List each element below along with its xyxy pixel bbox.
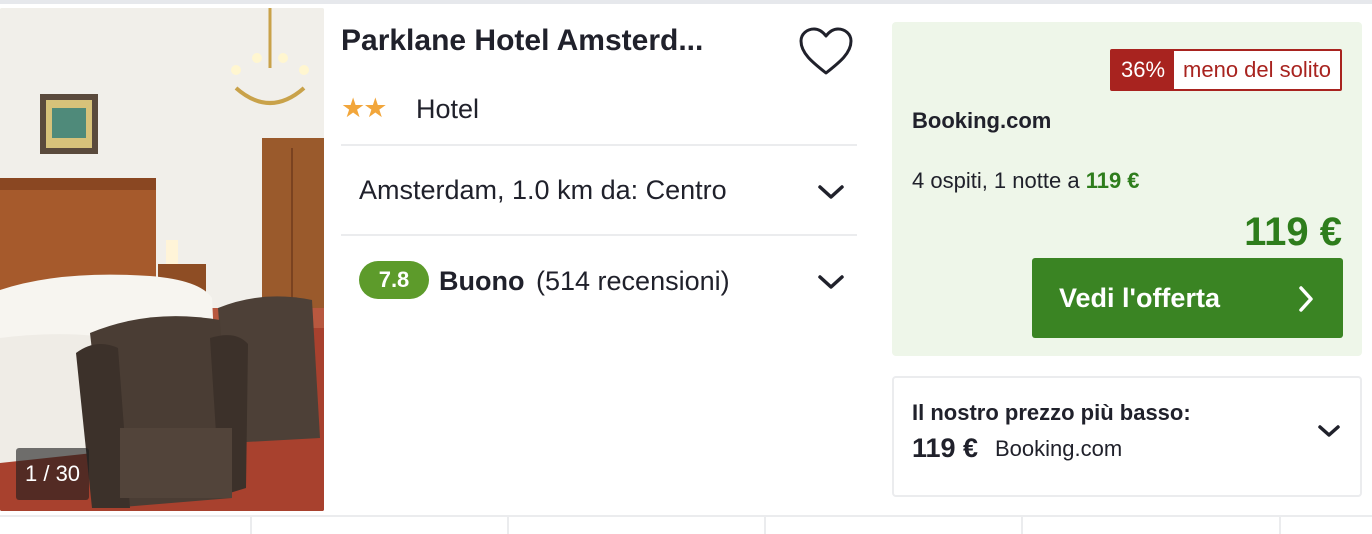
chevron-down-icon bbox=[818, 275, 844, 289]
rating-score-badge: 7.8 bbox=[359, 261, 429, 299]
deal-card[interactable]: 36% meno del solito Booking.com 4 ospiti… bbox=[892, 22, 1362, 356]
view-offer-label: Vedi l'offerta bbox=[1059, 283, 1220, 313]
rating-label: Buono bbox=[439, 266, 525, 296]
lowest-price-value: 119 € bbox=[912, 433, 979, 463]
discount-badge: 36% meno del solito bbox=[1109, 49, 1342, 91]
location-row[interactable]: Amsterdam, 1.0 km da: Centro bbox=[341, 147, 857, 235]
chevron-down-icon bbox=[1318, 425, 1340, 437]
star-rating: ★★ bbox=[341, 93, 387, 123]
divider bbox=[341, 234, 857, 236]
tab-separator bbox=[764, 517, 766, 534]
review-count: (514 recensioni) bbox=[536, 266, 730, 296]
location-text: Amsterdam, 1.0 km da: Centro bbox=[359, 175, 727, 205]
photo-counter: 1 / 30 bbox=[16, 448, 90, 500]
favorite-button[interactable] bbox=[798, 26, 854, 78]
room-photo-illustration bbox=[0, 8, 324, 511]
tab-separator bbox=[1021, 517, 1023, 534]
divider bbox=[341, 144, 857, 146]
hotel-photo[interactable]: 1 / 30 bbox=[0, 8, 324, 511]
discount-percent: 36% bbox=[1111, 51, 1175, 89]
hotel-name[interactable]: Parklane Hotel Amsterd... bbox=[341, 24, 791, 58]
chevron-right-icon bbox=[1299, 286, 1313, 312]
discount-text: meno del solito bbox=[1174, 51, 1340, 89]
stay-text: 4 ospiti, 1 notte a bbox=[912, 168, 1080, 193]
tab-separator bbox=[507, 517, 509, 534]
tab-separator bbox=[1279, 517, 1281, 534]
lowest-price-title: Il nostro prezzo più basso: bbox=[912, 400, 1191, 425]
stay-summary: 4 ospiti, 1 notte a 119 € bbox=[912, 168, 1140, 194]
rating-row[interactable]: 7.8 Buono (514 recensioni) bbox=[341, 237, 857, 327]
stay-price: 119 € bbox=[1085, 168, 1140, 193]
lowest-price-provider: Booking.com bbox=[995, 436, 1123, 461]
deal-provider: Booking.com bbox=[912, 108, 1052, 133]
hotel-type: Hotel bbox=[416, 94, 480, 124]
lowest-price-card[interactable]: Il nostro prezzo più basso: 119 € Bookin… bbox=[892, 376, 1362, 497]
heart-outline-icon bbox=[799, 27, 853, 75]
chevron-down-icon bbox=[818, 185, 844, 199]
deal-price: 119 € bbox=[1244, 210, 1342, 254]
view-offer-button[interactable]: Vedi l'offerta bbox=[1032, 258, 1343, 338]
top-border bbox=[0, 0, 1372, 4]
bottom-tab-strip bbox=[0, 515, 1372, 534]
tab-separator bbox=[250, 517, 252, 534]
